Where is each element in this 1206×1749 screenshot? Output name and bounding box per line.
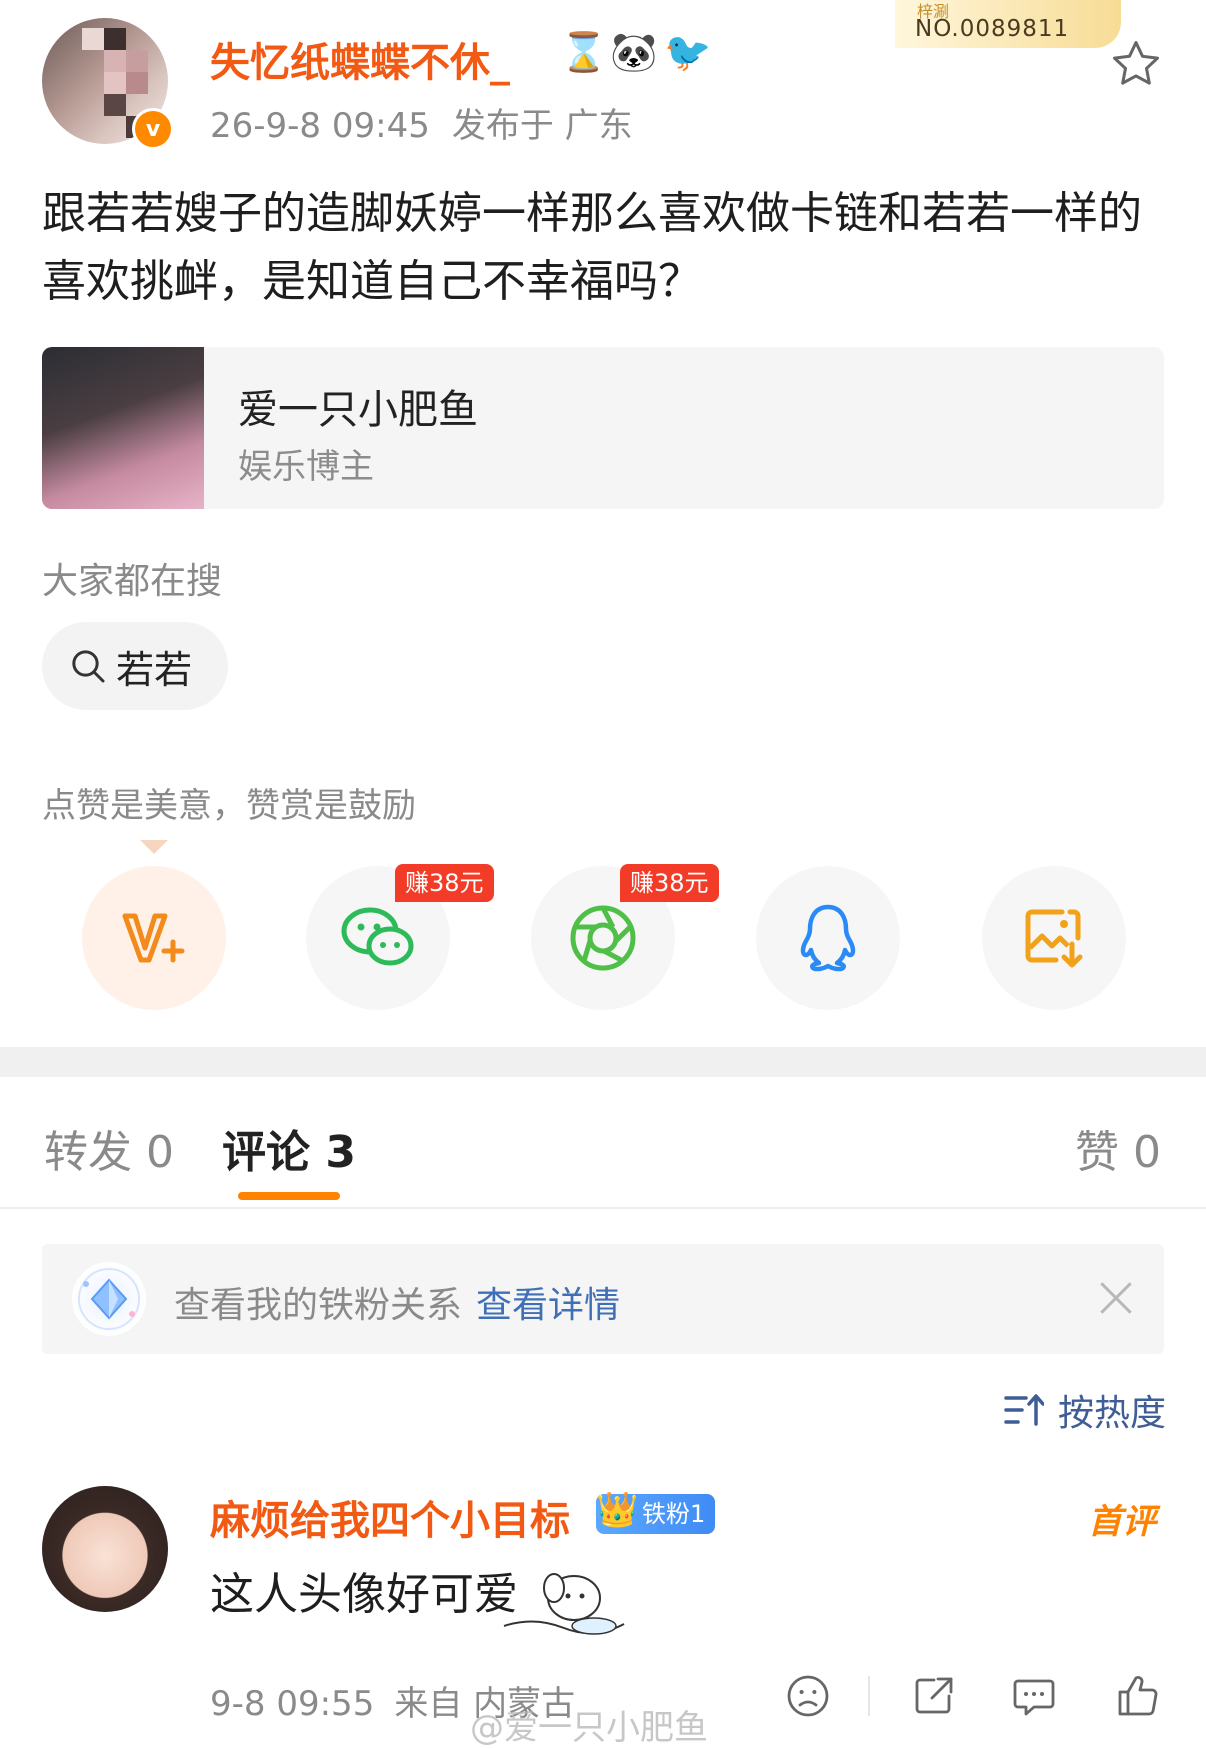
dislike-face-icon[interactable] [784, 1672, 832, 1720]
save-image-icon [1025, 909, 1083, 968]
comment-text: 这人头像好可爱 [210, 1569, 518, 1620]
post-content: 跟若若嫂子的造脚妖婷一样那么喜欢做卡链和若若一样的喜欢挑衅，是知道自己不幸福吗？ [42, 188, 1142, 307]
sort-icon [1004, 1394, 1044, 1426]
sort-label: 按热度 [1058, 1393, 1167, 1434]
tab-likes[interactable]: 赞 0 [1075, 1116, 1161, 1180]
search-chip[interactable]: 若若 [42, 622, 228, 710]
reward-button[interactable] [82, 866, 226, 1010]
qq-icon [800, 904, 856, 972]
trending-search-label: 大家都在搜 [42, 561, 223, 602]
panda-icon: 🐼 [610, 30, 658, 74]
hourglass-icon: ⌛ [560, 30, 608, 74]
mascot-icon: 🐦 [664, 30, 712, 74]
vip-reward-icon [122, 913, 185, 963]
active-tab-indicator [238, 1192, 340, 1200]
moments-aperture-icon [570, 905, 636, 971]
comment-time: 9-8 09:55 [210, 1684, 375, 1724]
hint-pointer [140, 840, 168, 854]
reward-hint: 点赞是美意，赞赏是鼓励 [42, 786, 416, 826]
share-qq-button[interactable] [756, 866, 900, 1010]
profile-card[interactable]: 爱一只小肥鱼 娱乐博主 [42, 347, 1164, 509]
diamond-icon [72, 1262, 146, 1336]
share-icon[interactable] [910, 1672, 958, 1720]
serial-number: NO.0089811 [915, 16, 1070, 42]
tab-repost[interactable]: 转发 0 [44, 1116, 174, 1180]
post-meta: 26-9-8 09:45 发布于 广东 [210, 98, 633, 147]
first-comment-tag: 首评 [1088, 1502, 1156, 1542]
close-icon[interactable] [1094, 1276, 1138, 1320]
save-image-button[interactable] [982, 866, 1126, 1010]
commenter-name[interactable]: 麻烦给我四个小目标 [210, 1488, 570, 1546]
section-divider [0, 1047, 1206, 1077]
like-thumb-icon[interactable] [1114, 1672, 1162, 1720]
moments-earn-badge: 赚38元 [620, 864, 719, 902]
search-icon [72, 650, 105, 683]
iron-fan-banner[interactable]: 查看我的铁粉关系 查看详情 [42, 1244, 1164, 1354]
wechat-icon [341, 907, 414, 966]
serial-number-badge[interactable]: 梓涮 NO.0089811 [895, 0, 1121, 48]
tab-comments[interactable]: 评论 3 [222, 1116, 356, 1180]
profile-card-subtitle: 娱乐博主 [238, 447, 374, 487]
search-chip-label: 若若 [116, 647, 193, 692]
favorite-star-icon[interactable] [1108, 36, 1164, 92]
sticker-dog-icon [503, 1573, 625, 1635]
wechat-earn-badge: 赚38元 [395, 864, 494, 902]
sort-by-hot-button[interactable]: 按热度 [1004, 1384, 1166, 1436]
view-details-link[interactable]: 查看详情 [476, 1285, 620, 1326]
verified-badge-icon: v [132, 108, 174, 150]
author-name[interactable]: 失忆纸蝶蝶不休_ [210, 30, 510, 88]
iron-fan-label: 查看我的铁粉关系 [174, 1285, 463, 1326]
iron-fan-text: 查看我的铁粉关系 查看详情 [174, 1276, 620, 1328]
profile-card-image [42, 347, 204, 509]
reply-icon[interactable] [1010, 1672, 1058, 1720]
tab-divider [0, 1207, 1206, 1209]
watermark-text: @爱一只小肥鱼 [470, 1708, 708, 1748]
action-divider [868, 1676, 870, 1716]
commenter-avatar[interactable] [42, 1486, 168, 1612]
crown-icon: 👑 [596, 1490, 639, 1530]
profile-card-name: 爱一只小肥鱼 [238, 387, 478, 433]
post-location: 发布于 广东 [451, 106, 633, 146]
post-time: 26-9-8 09:45 [210, 106, 430, 146]
